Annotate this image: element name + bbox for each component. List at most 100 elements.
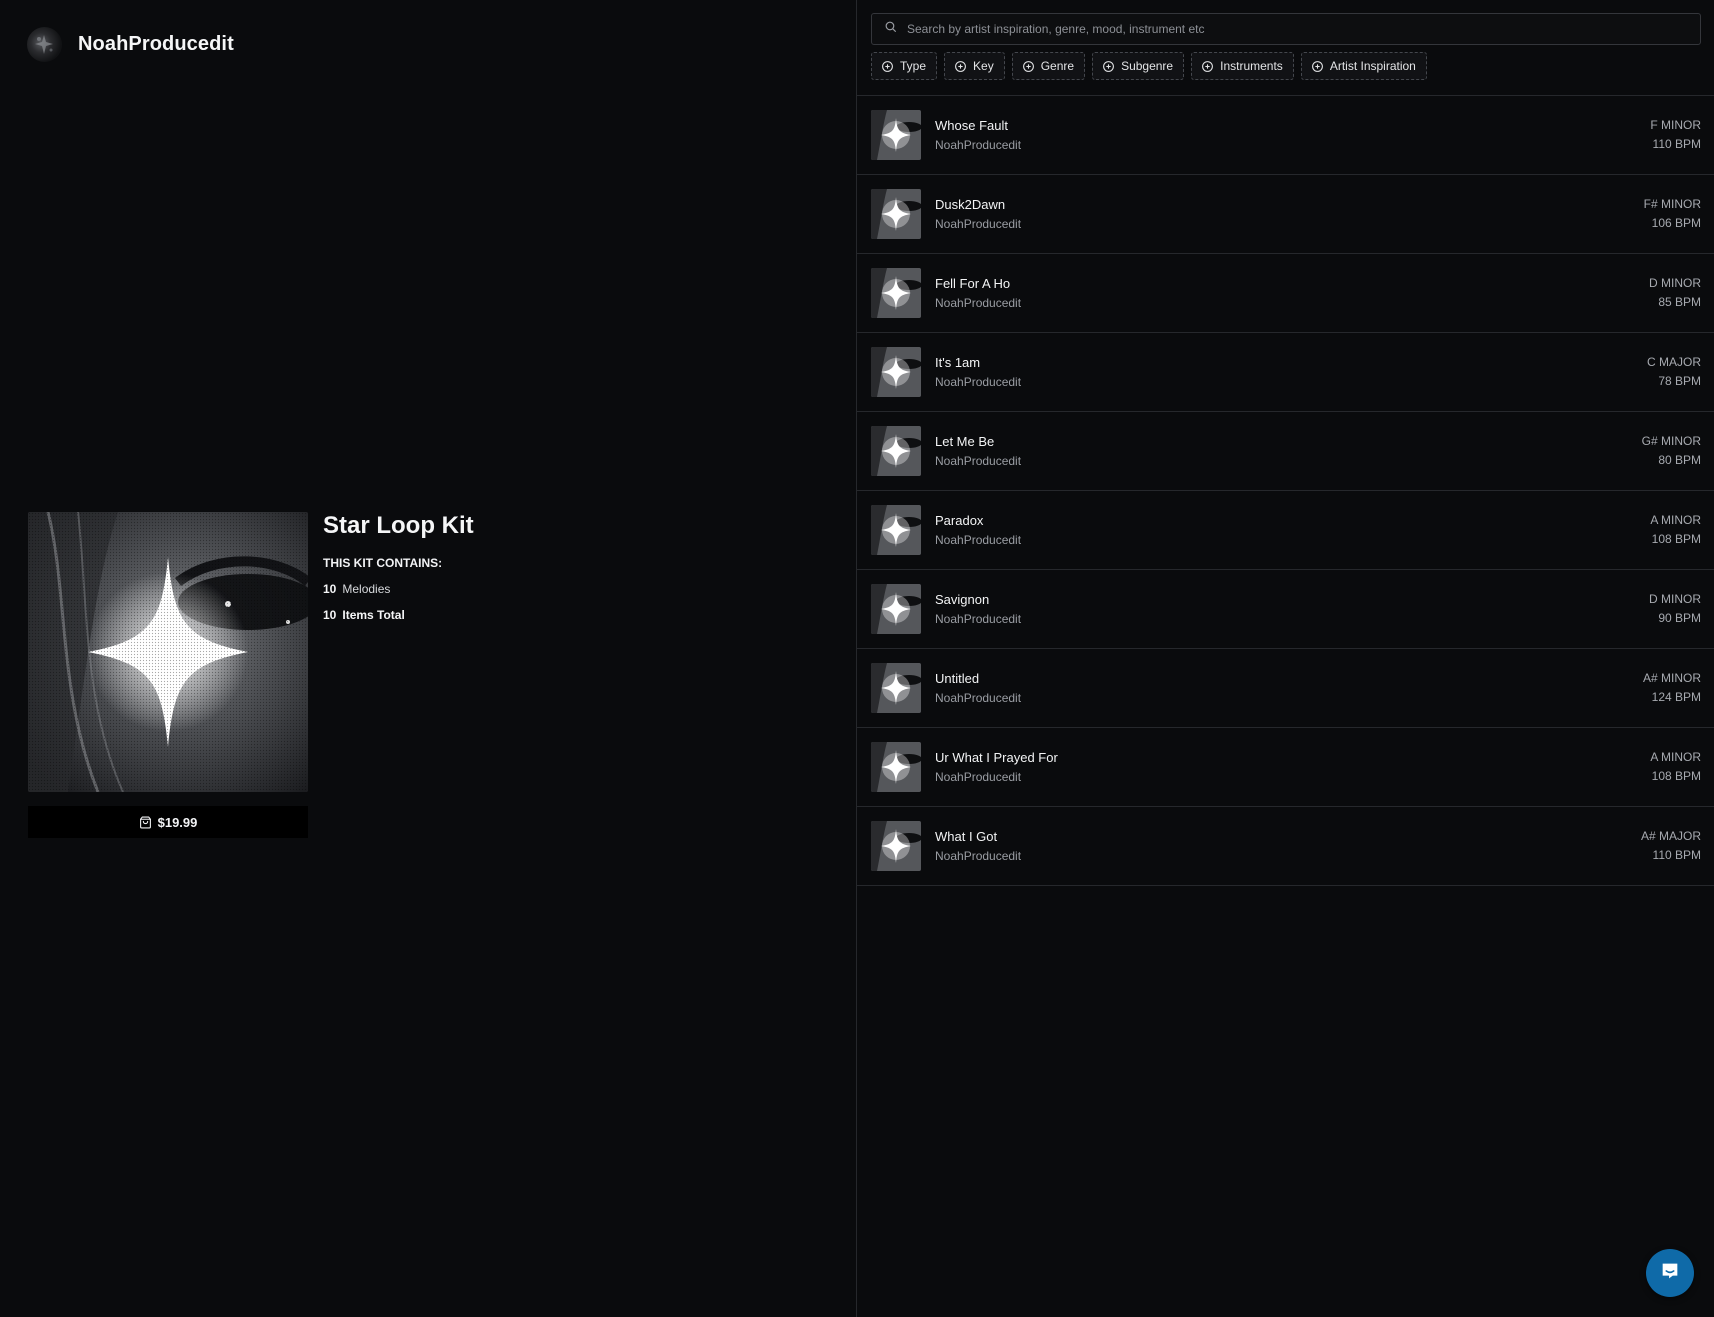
track-row[interactable]: Savignon NoahProducedit D MINOR 90 BPM — [857, 570, 1714, 649]
plus-circle-icon — [1102, 60, 1115, 73]
track-artist[interactable]: NoahProducedit — [935, 533, 1021, 547]
track-meta: F MINOR 110 BPM — [1650, 118, 1701, 151]
track-title[interactable]: Whose Fault — [935, 118, 1021, 133]
search-icon — [884, 20, 897, 38]
plus-circle-icon — [881, 60, 894, 73]
melodies-count: 10 — [323, 582, 337, 596]
page: NoahProducedit $19.99 Star Loop Kit THIS… — [0, 0, 1714, 1317]
plus-circle-icon — [1201, 60, 1214, 73]
filter-label: Type — [900, 59, 927, 73]
brand-name[interactable]: NoahProducedit — [78, 33, 234, 56]
track-thumbnail[interactable] — [871, 505, 921, 555]
track-artist[interactable]: NoahProducedit — [935, 454, 1021, 468]
track-row[interactable]: Untitled NoahProducedit A# MINOR 124 BPM — [857, 649, 1714, 728]
track-row[interactable]: It's 1am NoahProducedit C MAJOR 78 BPM — [857, 333, 1714, 412]
filter-subgenre[interactable]: Subgenre — [1092, 52, 1185, 80]
items-total-label: Items Total — [342, 608, 405, 622]
track-text: It's 1am NoahProducedit — [935, 355, 1021, 389]
track-artist[interactable]: NoahProducedit — [935, 296, 1021, 310]
plus-circle-icon — [1022, 60, 1035, 73]
track-title[interactable]: Let Me Be — [935, 434, 1021, 449]
track-meta: C MAJOR 78 BPM — [1647, 355, 1701, 388]
track-thumbnail[interactable] — [871, 821, 921, 871]
filter-key[interactable]: Key — [944, 52, 1005, 80]
kit-panel: NoahProducedit $19.99 Star Loop Kit THIS… — [0, 0, 856, 1317]
filter-instruments[interactable]: Instruments — [1191, 52, 1294, 80]
search-bar[interactable] — [871, 13, 1701, 45]
items-total-count: 10 — [323, 608, 337, 622]
brand-header[interactable]: NoahProducedit — [27, 27, 234, 62]
filter-type[interactable]: Type — [871, 52, 938, 80]
plus-circle-icon — [1311, 60, 1324, 73]
track-row[interactable]: Ur What I Prayed For NoahProducedit A MI… — [857, 728, 1714, 807]
track-title[interactable]: It's 1am — [935, 355, 1021, 370]
track-row[interactable]: Dusk2Dawn NoahProducedit F# MINOR 106 BP… — [857, 175, 1714, 254]
track-key: A MINOR — [1650, 513, 1701, 527]
track-bpm: 78 BPM — [1658, 374, 1701, 388]
track-artist[interactable]: NoahProducedit — [935, 217, 1021, 231]
track-key: D MINOR — [1649, 276, 1701, 290]
track-thumbnail[interactable] — [871, 347, 921, 397]
track-bpm: 110 BPM — [1652, 137, 1701, 151]
track-bpm: 110 BPM — [1652, 848, 1701, 862]
avatar[interactable] — [27, 27, 62, 62]
chat-launcher-button[interactable] — [1646, 1249, 1694, 1297]
track-meta: G# MINOR 80 BPM — [1642, 434, 1701, 467]
filter-label: Instruments — [1220, 59, 1283, 73]
track-artist[interactable]: NoahProducedit — [935, 138, 1021, 152]
track-text: Paradox NoahProducedit — [935, 513, 1021, 547]
track-artist[interactable]: NoahProducedit — [935, 849, 1021, 863]
track-title[interactable]: What I Got — [935, 829, 1021, 844]
track-artist[interactable]: NoahProducedit — [935, 612, 1021, 626]
track-row[interactable]: Let Me Be NoahProducedit G# MINOR 80 BPM — [857, 412, 1714, 491]
filter-bar: Type Key Genre Subgenre Instruments Arti… — [871, 52, 1427, 80]
track-title[interactable]: Untitled — [935, 671, 1021, 686]
track-artist[interactable]: NoahProducedit — [935, 691, 1021, 705]
track-title[interactable]: Dusk2Dawn — [935, 197, 1021, 212]
kit-info: Star Loop Kit THIS KIT CONTAINS: 10 Melod… — [323, 512, 474, 622]
track-thumbnail[interactable] — [871, 110, 921, 160]
track-key: F# MINOR — [1643, 197, 1701, 211]
track-key: A MINOR — [1650, 750, 1701, 764]
track-bpm: 106 BPM — [1651, 216, 1701, 230]
track-text: Ur What I Prayed For NoahProducedit — [935, 750, 1058, 784]
search-input[interactable] — [907, 22, 1700, 36]
filter-artist-inspiration[interactable]: Artist Inspiration — [1300, 52, 1427, 80]
track-meta: F# MINOR 106 BPM — [1644, 197, 1701, 230]
track-row[interactable]: Fell For A Ho NoahProducedit D MINOR 85 … — [857, 254, 1714, 333]
track-row[interactable]: Paradox NoahProducedit A MINOR 108 BPM — [857, 491, 1714, 570]
track-list: Whose Fault NoahProducedit F MINOR 110 B… — [857, 95, 1714, 886]
track-artist[interactable]: NoahProducedit — [935, 375, 1021, 389]
track-text: Whose Fault NoahProducedit — [935, 118, 1021, 152]
track-meta: A MINOR 108 BPM — [1650, 750, 1701, 783]
track-browser: Type Key Genre Subgenre Instruments Arti… — [856, 0, 1714, 1317]
buy-button[interactable]: $19.99 — [28, 806, 308, 838]
track-meta: A# MINOR 124 BPM — [1643, 671, 1701, 704]
track-bpm: 90 BPM — [1658, 611, 1701, 625]
track-text: What I Got NoahProducedit — [935, 829, 1021, 863]
track-text: Dusk2Dawn NoahProducedit — [935, 197, 1021, 231]
track-key: D MINOR — [1649, 592, 1701, 606]
track-key: F MINOR — [1650, 118, 1701, 132]
track-thumbnail[interactable] — [871, 189, 921, 239]
track-text: Fell For A Ho NoahProducedit — [935, 276, 1021, 310]
track-title[interactable]: Savignon — [935, 592, 1021, 607]
track-row[interactable]: What I Got NoahProducedit A# MAJOR 110 B… — [857, 807, 1714, 886]
track-title[interactable]: Ur What I Prayed For — [935, 750, 1058, 765]
track-title[interactable]: Fell For A Ho — [935, 276, 1021, 291]
track-thumbnail[interactable] — [871, 742, 921, 792]
track-thumbnail[interactable] — [871, 584, 921, 634]
kit-contains-heading: THIS KIT CONTAINS: — [323, 556, 443, 570]
filter-genre[interactable]: Genre — [1011, 52, 1086, 80]
track-thumbnail[interactable] — [871, 663, 921, 713]
melodies-label: Melodies — [342, 582, 391, 596]
track-artist[interactable]: NoahProducedit — [935, 770, 1058, 784]
kit-cover-image — [28, 512, 308, 792]
track-bpm: 108 BPM — [1651, 769, 1701, 783]
track-row[interactable]: Whose Fault NoahProducedit F MINOR 110 B… — [857, 96, 1714, 175]
track-thumbnail[interactable] — [871, 426, 921, 476]
filter-label: Artist Inspiration — [1329, 59, 1416, 73]
track-thumbnail[interactable] — [871, 268, 921, 318]
track-bpm: 80 BPM — [1658, 453, 1701, 467]
track-title[interactable]: Paradox — [935, 513, 1021, 528]
